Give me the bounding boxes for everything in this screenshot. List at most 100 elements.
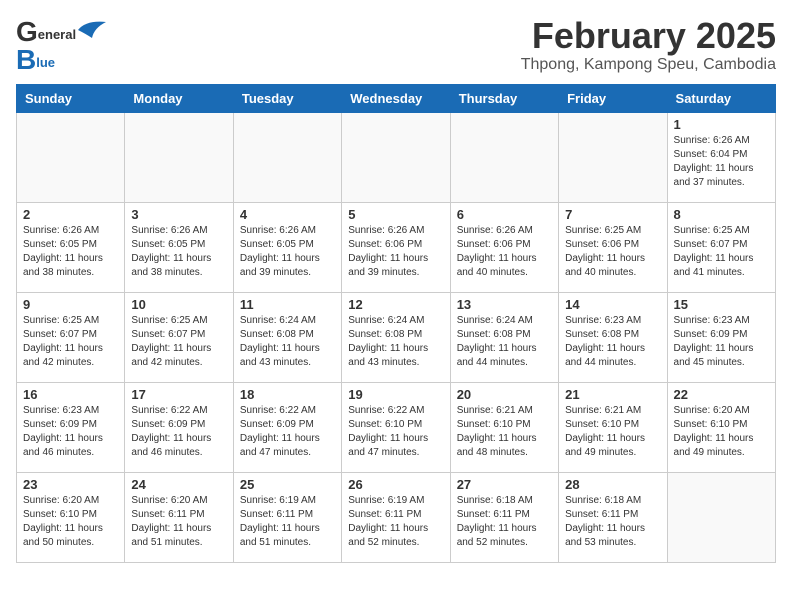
day-number: 9	[23, 297, 118, 312]
day-number: 27	[457, 477, 552, 492]
calendar-cell: 19 Sunrise: 6:22 AM Sunset: 6:10 PM Dayli…	[342, 383, 450, 473]
day-info: Sunrise: 6:26 AM Sunset: 6:06 PM Dayligh…	[348, 224, 443, 280]
day-number: 18	[240, 387, 335, 402]
logo-blue-b: B	[16, 44, 36, 76]
weekday-header-wednesday: Wednesday	[342, 85, 450, 113]
calendar-cell	[450, 113, 558, 203]
calendar-cell: 15Sunrise: 6:23 AM Sunset: 6:09 PM Dayli…	[667, 293, 775, 383]
day-number: 14	[565, 297, 660, 312]
calendar-cell: 8 Sunrise: 6:25 AM Sunset: 6:07 PM Daylig…	[667, 203, 775, 293]
calendar-cell	[559, 113, 667, 203]
day-number: 24	[131, 477, 226, 492]
calendar-week-row: 1 Sunrise: 6:26 AM Sunset: 6:04 PM Daylig…	[17, 113, 776, 203]
day-info: Sunrise: 6:20 AM Sunset: 6:10 PM Dayligh…	[23, 494, 118, 550]
day-number: 23	[23, 477, 118, 492]
day-info: Sunrise: 6:23 AM Sunset: 6:08 PM Dayligh…	[565, 314, 660, 370]
calendar-cell: 24 Sunrise: 6:20 AM Sunset: 6:11 PM Dayli…	[125, 473, 233, 563]
calendar-cell: 17Sunrise: 6:22 AM Sunset: 6:09 PM Dayli…	[125, 383, 233, 473]
day-info: Sunrise: 6:25 AM Sunset: 6:07 PM Dayligh…	[131, 314, 226, 370]
day-number: 19	[348, 387, 443, 402]
day-info: Sunrise: 6:26 AM Sunset: 6:05 PM Dayligh…	[240, 224, 335, 280]
day-number: 3	[131, 207, 226, 222]
day-number: 26	[348, 477, 443, 492]
calendar-cell: 7 Sunrise: 6:25 AM Sunset: 6:06 PM Daylig…	[559, 203, 667, 293]
day-info: Sunrise: 6:18 AM Sunset: 6:11 PM Dayligh…	[565, 494, 660, 550]
day-info: Sunrise: 6:21 AM Sunset: 6:10 PM Dayligh…	[457, 404, 552, 460]
day-info: Sunrise: 6:24 AM Sunset: 6:08 PM Dayligh…	[348, 314, 443, 370]
day-number: 2	[23, 207, 118, 222]
weekday-header-thursday: Thursday	[450, 85, 558, 113]
calendar-week-row: 16 Sunrise: 6:23 AM Sunset: 6:09 PM Dayli…	[17, 383, 776, 473]
day-number: 11	[240, 297, 335, 312]
weekday-header-sunday: Sunday	[17, 85, 125, 113]
month-title: February 2025	[521, 16, 776, 56]
logo-general-rest: eneral	[38, 28, 76, 41]
day-number: 25	[240, 477, 335, 492]
calendar-cell: 25Sunrise: 6:19 AM Sunset: 6:11 PM Dayli…	[233, 473, 341, 563]
calendar-cell: 1 Sunrise: 6:26 AM Sunset: 6:04 PM Daylig…	[667, 113, 775, 203]
day-info: Sunrise: 6:24 AM Sunset: 6:08 PM Dayligh…	[457, 314, 552, 370]
calendar-cell: 6Sunrise: 6:26 AM Sunset: 6:06 PM Daylig…	[450, 203, 558, 293]
day-info: Sunrise: 6:20 AM Sunset: 6:11 PM Dayligh…	[131, 494, 226, 550]
logo-wing-icon	[78, 20, 106, 40]
calendar-cell: 27 Sunrise: 6:18 AM Sunset: 6:11 PM Dayli…	[450, 473, 558, 563]
day-number: 22	[674, 387, 769, 402]
day-number: 17	[131, 387, 226, 402]
weekday-header-monday: Monday	[125, 85, 233, 113]
day-info: Sunrise: 6:25 AM Sunset: 6:07 PM Dayligh…	[674, 224, 769, 280]
calendar-cell: 13Sunrise: 6:24 AM Sunset: 6:08 PM Dayli…	[450, 293, 558, 383]
calendar-cell: 10Sunrise: 6:25 AM Sunset: 6:07 PM Dayli…	[125, 293, 233, 383]
day-number: 12	[348, 297, 443, 312]
day-info: Sunrise: 6:18 AM Sunset: 6:11 PM Dayligh…	[457, 494, 552, 550]
day-info: Sunrise: 6:19 AM Sunset: 6:11 PM Dayligh…	[348, 494, 443, 550]
calendar-cell	[342, 113, 450, 203]
day-number: 7	[565, 207, 660, 222]
day-info: Sunrise: 6:25 AM Sunset: 6:06 PM Dayligh…	[565, 224, 660, 280]
calendar-cell	[17, 113, 125, 203]
day-info: Sunrise: 6:22 AM Sunset: 6:10 PM Dayligh…	[348, 404, 443, 460]
day-number: 28	[565, 477, 660, 492]
calendar-cell: 18 Sunrise: 6:22 AM Sunset: 6:09 PM Dayli…	[233, 383, 341, 473]
page-header: G eneral B lue February 2025 Thpong, Kam…	[16, 16, 776, 76]
day-number: 8	[674, 207, 769, 222]
weekday-header-tuesday: Tuesday	[233, 85, 341, 113]
day-number: 5	[348, 207, 443, 222]
day-info: Sunrise: 6:20 AM Sunset: 6:10 PM Dayligh…	[674, 404, 769, 460]
calendar-table: SundayMondayTuesdayWednesdayThursdayFrid…	[16, 84, 776, 563]
location-title: Thpong, Kampong Speu, Cambodia	[521, 56, 776, 74]
calendar-cell: 16 Sunrise: 6:23 AM Sunset: 6:09 PM Dayli…	[17, 383, 125, 473]
day-info: Sunrise: 6:25 AM Sunset: 6:07 PM Dayligh…	[23, 314, 118, 370]
day-info: Sunrise: 6:22 AM Sunset: 6:09 PM Dayligh…	[240, 404, 335, 460]
day-info: Sunrise: 6:26 AM Sunset: 6:05 PM Dayligh…	[131, 224, 226, 280]
calendar-cell: 23 Sunrise: 6:20 AM Sunset: 6:10 PM Dayli…	[17, 473, 125, 563]
day-number: 21	[565, 387, 660, 402]
calendar-cell	[233, 113, 341, 203]
weekday-header-friday: Friday	[559, 85, 667, 113]
calendar-cell: 5 Sunrise: 6:26 AM Sunset: 6:06 PM Daylig…	[342, 203, 450, 293]
day-info: Sunrise: 6:23 AM Sunset: 6:09 PM Dayligh…	[23, 404, 118, 460]
calendar-cell: 20Sunrise: 6:21 AM Sunset: 6:10 PM Dayli…	[450, 383, 558, 473]
calendar-cell: 12 Sunrise: 6:24 AM Sunset: 6:08 PM Dayli…	[342, 293, 450, 383]
calendar-cell: 22 Sunrise: 6:20 AM Sunset: 6:10 PM Dayli…	[667, 383, 775, 473]
day-number: 4	[240, 207, 335, 222]
day-number: 1	[674, 117, 769, 132]
logo-blue-rest: lue	[36, 56, 55, 69]
calendar-week-row: 2 Sunrise: 6:26 AM Sunset: 6:05 PM Daylig…	[17, 203, 776, 293]
logo: G eneral B lue	[16, 16, 106, 76]
calendar-header-row: SundayMondayTuesdayWednesdayThursdayFrid…	[17, 85, 776, 113]
calendar-cell: 11 Sunrise: 6:24 AM Sunset: 6:08 PM Dayli…	[233, 293, 341, 383]
calendar-cell	[667, 473, 775, 563]
day-number: 15	[674, 297, 769, 312]
day-number: 6	[457, 207, 552, 222]
calendar-cell: 2 Sunrise: 6:26 AM Sunset: 6:05 PM Daylig…	[17, 203, 125, 293]
weekday-header-saturday: Saturday	[667, 85, 775, 113]
day-info: Sunrise: 6:24 AM Sunset: 6:08 PM Dayligh…	[240, 314, 335, 370]
calendar-cell: 14 Sunrise: 6:23 AM Sunset: 6:08 PM Dayli…	[559, 293, 667, 383]
calendar-cell: 28 Sunrise: 6:18 AM Sunset: 6:11 PM Dayli…	[559, 473, 667, 563]
day-info: Sunrise: 6:26 AM Sunset: 6:05 PM Dayligh…	[23, 224, 118, 280]
calendar-cell: 26 Sunrise: 6:19 AM Sunset: 6:11 PM Dayli…	[342, 473, 450, 563]
calendar-week-row: 9 Sunrise: 6:25 AM Sunset: 6:07 PM Daylig…	[17, 293, 776, 383]
day-info: Sunrise: 6:26 AM Sunset: 6:04 PM Dayligh…	[674, 134, 769, 190]
day-number: 16	[23, 387, 118, 402]
calendar-cell: 3 Sunrise: 6:26 AM Sunset: 6:05 PM Daylig…	[125, 203, 233, 293]
